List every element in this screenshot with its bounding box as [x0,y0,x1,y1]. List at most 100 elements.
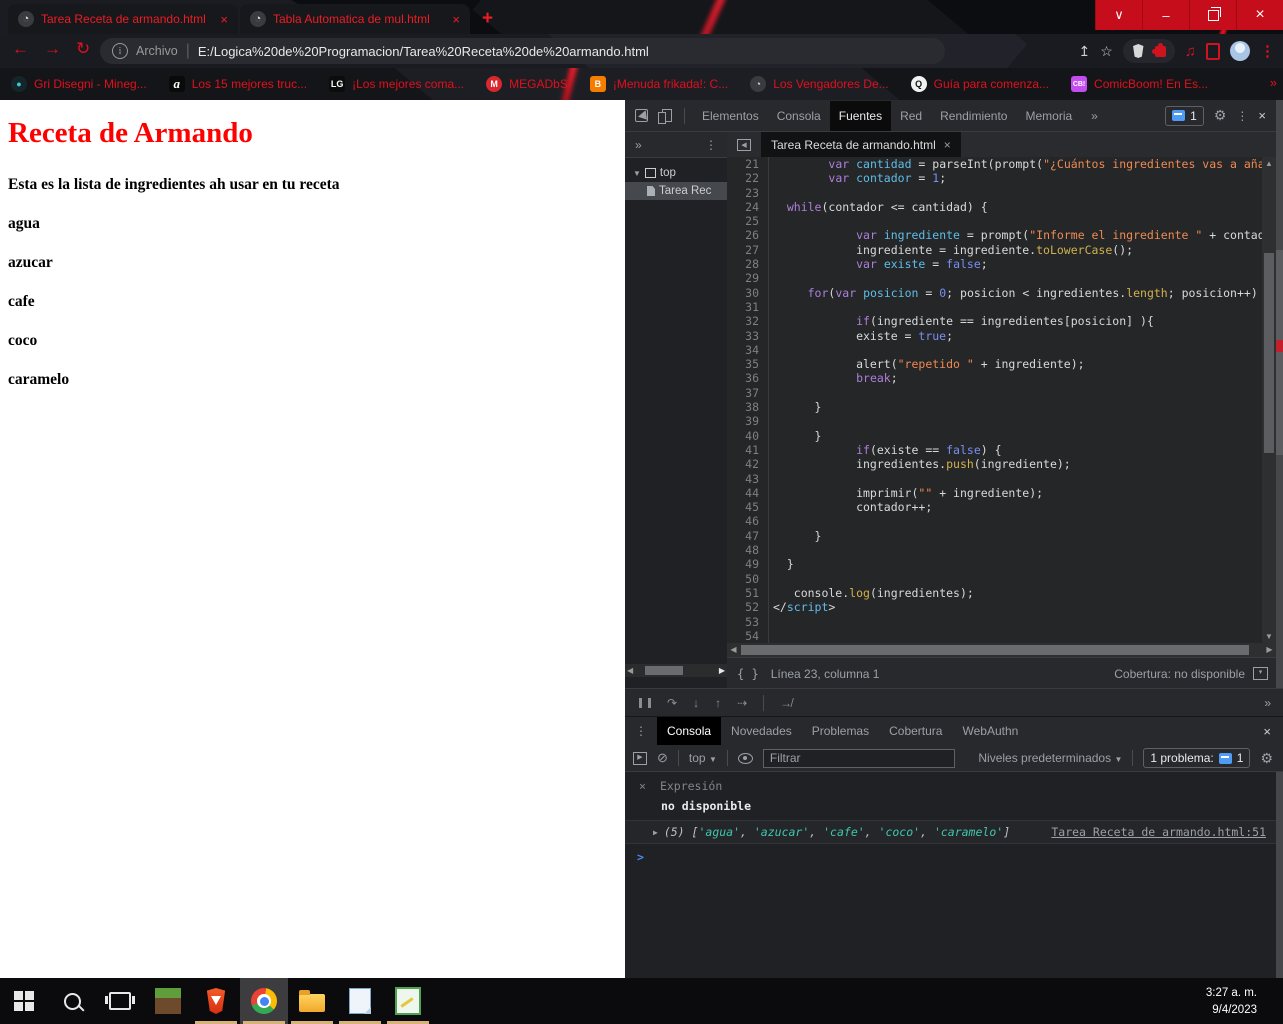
bookmark-star-icon[interactable]: ☆ [1100,43,1113,60]
browser-tab-1[interactable]: ◔ Tarea Receta de armando.html × [8,4,238,34]
remove-expression-icon[interactable]: × [639,779,646,793]
bookmarks-overflow-icon[interactable]: » [1270,75,1277,90]
step-over-icon[interactable]: ↷ [667,696,677,710]
window-close-button[interactable]: × [1236,0,1283,30]
profile-avatar[interactable] [1230,41,1250,61]
editor-file-tab[interactable]: Tarea Receta de armando.html × [761,132,961,157]
bookmark-item[interactable]: M MEGADbS [475,68,579,100]
share-icon[interactable]: ↥ [1078,43,1090,60]
tab-close-icon[interactable]: × [220,12,228,27]
window-minimize-button[interactable]: – [1142,0,1189,30]
pause-icon[interactable] [639,697,651,708]
line-number[interactable]: 50 [727,571,769,586]
step-out-icon[interactable]: ↑ [715,696,721,710]
line-number[interactable]: 27 [727,242,769,258]
devtools-tab-consola[interactable]: Consola [768,101,830,131]
scrollbar-thumb[interactable] [741,645,1249,655]
navigator-menu-icon[interactable]: ⋮ [705,138,717,152]
line-number[interactable]: 30 [727,285,769,300]
line-number[interactable]: 26 [727,228,769,243]
navigator-scrollbar[interactable]: ◀ ▶ [625,664,727,677]
taskbar-clock[interactable]: 3:27 a. m. 9/4/2023 [1206,978,1283,1024]
log-levels-dropdown[interactable]: Niveles predeterminados ▼ [978,751,1122,765]
navigator-more-icon[interactable]: » [635,138,642,152]
devtools-tab-elementos[interactable]: Elementos [693,101,768,131]
line-number[interactable]: 38 [727,400,769,415]
browser-menu-icon[interactable]: ⋮ [1260,42,1275,60]
line-number[interactable]: 44 [727,485,769,501]
console-issues-counter[interactable]: 1 problema: 1 [1143,748,1251,768]
taskbar-search-button[interactable] [48,978,96,1024]
scroll-left-icon[interactable]: ◀ [627,666,633,675]
window-restore-button[interactable] [1189,0,1236,30]
console-filter-input[interactable]: Filtrar [762,748,955,768]
line-number[interactable]: 41 [727,442,769,458]
line-number[interactable]: 28 [727,257,769,272]
drawer-menu-icon[interactable]: ⋮ [635,724,647,738]
line-number[interactable]: 37 [727,385,769,401]
file-tab-close-icon[interactable]: × [944,138,951,152]
step-icon[interactable]: ⇢ [737,696,747,710]
bookmark-item[interactable]: ● Gri Disegni - Mineg... [0,68,158,100]
line-number[interactable]: 29 [727,271,769,286]
device-toolbar-icon[interactable] [658,109,672,124]
line-number[interactable]: 34 [727,342,769,358]
line-number[interactable]: 22 [727,171,769,186]
line-number[interactable]: 23 [727,185,769,200]
task-view-button[interactable] [96,978,144,1024]
line-number[interactable]: 48 [727,543,769,558]
drawer-close-icon[interactable]: × [1263,724,1271,739]
forward-icon[interactable]: → [44,39,61,59]
bookmark-item[interactable]: B ¡Menuda frikada!: C... [579,68,739,100]
bookmark-item[interactable]: ◔ Los Vengadores De... [739,68,899,100]
inspect-element-icon[interactable] [635,109,648,122]
tree-item-top[interactable]: ▼ top [625,164,727,182]
devtools-tab-fuentes[interactable]: Fuentes [829,100,892,131]
playlist-icon[interactable]: ♫ [1185,43,1196,60]
bookmark-item[interactable]: CB! ComicBoom! En Es... [1060,68,1219,100]
line-number[interactable]: 54 [727,628,769,643]
drawer-tab-cobertura[interactable]: Cobertura [879,717,952,745]
sidebar-toggle-icon[interactable] [1206,42,1220,60]
tree-item-file[interactable]: Tarea Rec [625,182,727,200]
browser-tab-2[interactable]: ◔ Tabla Automatica de mul.html × [240,4,470,34]
console-prompt[interactable]: > [625,844,1276,864]
devtools-menu-icon[interactable]: ⋮ [1236,109,1248,123]
console-settings-gear-icon[interactable]: ⚙ [1260,750,1273,767]
drawer-tab-consola[interactable]: Consola [657,717,722,745]
address-bar[interactable]: i Archivo | E:/Logica%20de%20Programacio… [100,38,945,64]
line-number[interactable]: 42 [727,457,769,472]
window-menu-button[interactable]: ∨ [1095,0,1142,30]
drawer-tab-problemas[interactable]: Problemas [802,717,879,745]
devtools-tab-memoria[interactable]: Memoria [1016,101,1081,131]
scroll-up-icon[interactable]: ▲ [1262,157,1276,170]
taskbar-chrome[interactable] [240,978,288,1024]
devtools-tab-red[interactable]: Red [891,101,931,131]
expand-arrow-icon[interactable]: ▶ [653,828,658,837]
line-number[interactable]: 39 [727,414,769,429]
settings-gear-icon[interactable]: ⚙ [1214,107,1227,124]
taskbar-minecraft[interactable] [144,978,192,1024]
line-number[interactable]: 47 [727,528,769,544]
scrollbar-thumb[interactable] [645,666,684,675]
line-number[interactable]: 21 [727,157,769,172]
line-number[interactable]: 33 [727,328,769,343]
taskbar-file-explorer[interactable] [288,978,336,1024]
line-number[interactable]: 49 [727,557,769,572]
step-into-icon[interactable]: ↓ [693,696,699,710]
coverage-dock-icon[interactable]: ▾ [1253,667,1268,680]
taskbar-notepad[interactable] [336,978,384,1024]
bookmark-item[interactable]: a Los 15 mejores truc... [158,68,318,100]
tab-close-icon[interactable]: × [452,12,460,27]
devtools-close-icon[interactable]: × [1258,108,1266,123]
line-number[interactable]: 25 [727,214,769,229]
pretty-print-icon[interactable]: { } [737,667,759,681]
log-source-link[interactable]: Tarea Receta de armando.html:51 [1051,825,1266,839]
debugger-more-icon[interactable]: » [1264,696,1271,710]
console-sidebar-icon[interactable]: ▶ [633,751,647,765]
live-expression-eye-icon[interactable] [737,752,753,764]
taskbar-notepad-plus-plus[interactable] [384,978,432,1024]
drawer-tab-novedades[interactable]: Novedades [721,717,802,745]
info-icon[interactable]: i [112,43,128,59]
taskbar-brave[interactable] [192,978,240,1024]
